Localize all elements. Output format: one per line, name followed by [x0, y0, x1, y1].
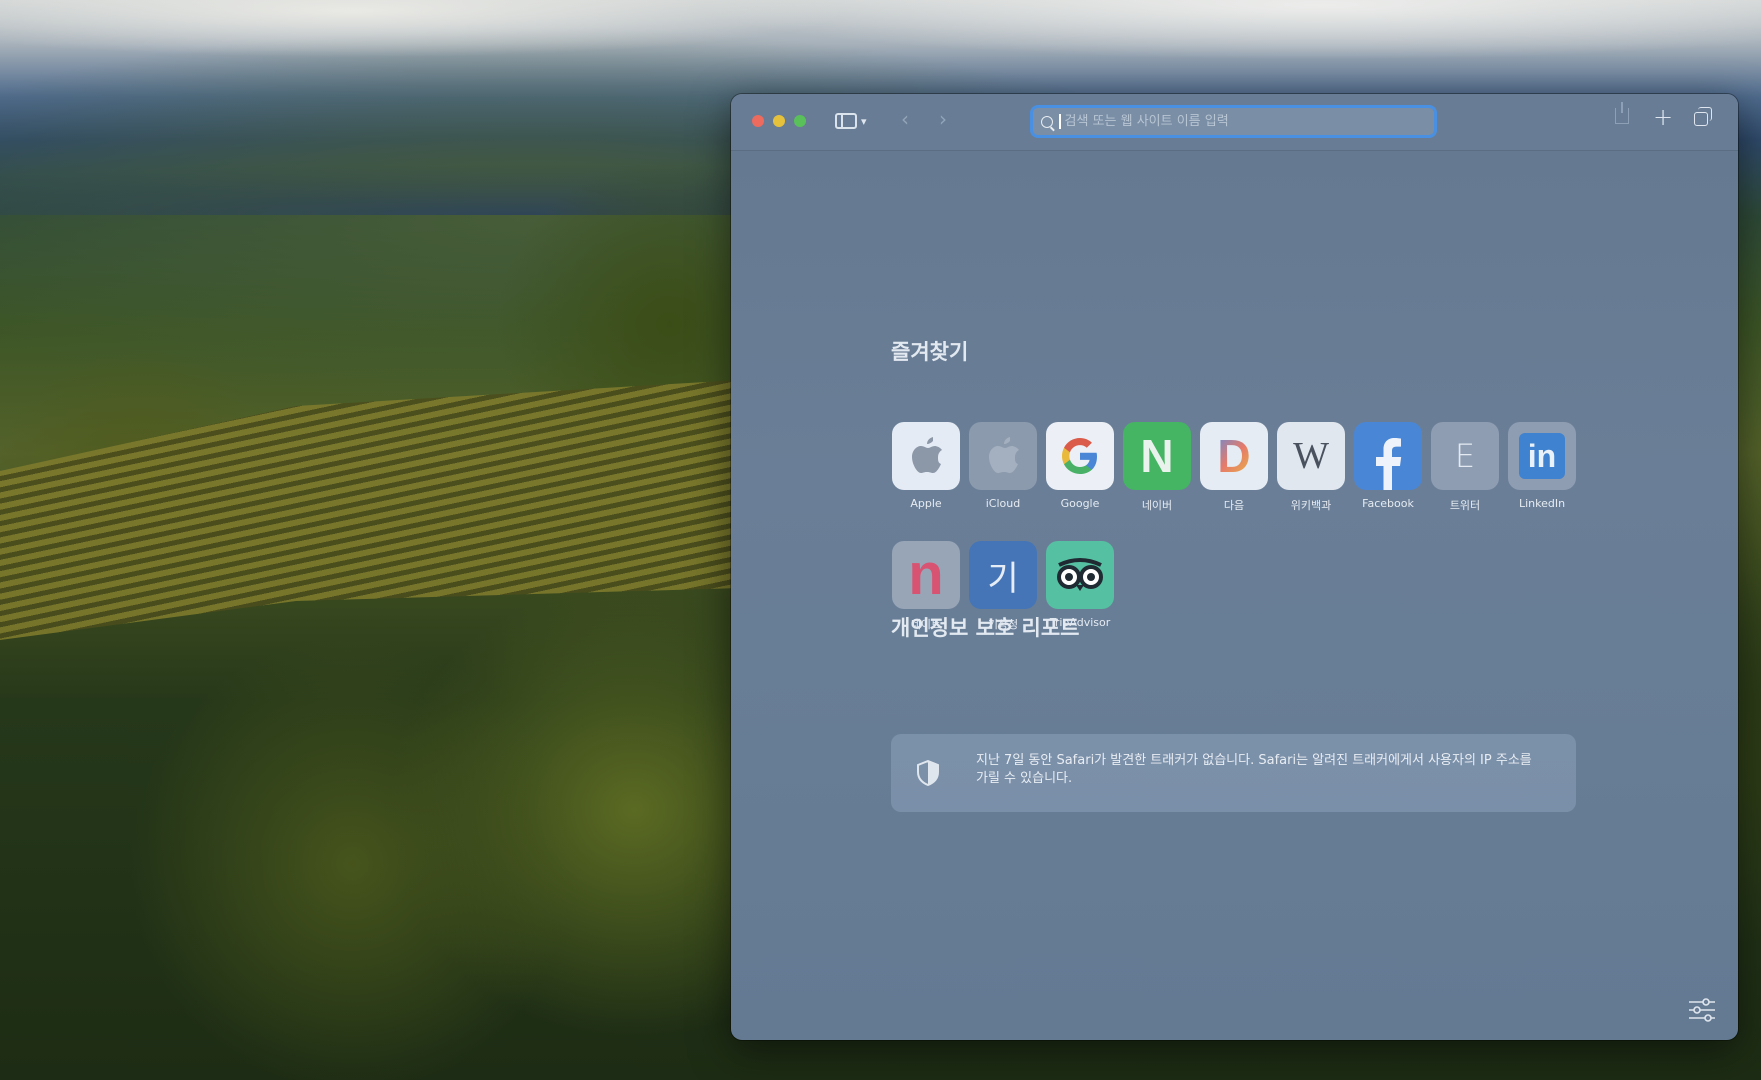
favorite-label: 트위터 [1449, 499, 1481, 512]
nate-glyph: n [908, 542, 944, 607]
wikipedia-glyph: W [1293, 435, 1329, 477]
customize-start-page-icon[interactable] [1688, 998, 1716, 1022]
close-window-button[interactable] [752, 115, 764, 127]
search-icon [1041, 115, 1053, 128]
shield-icon [917, 760, 939, 786]
forward-arrow-icon[interactable]: › [939, 108, 947, 130]
chevron-down-icon[interactable]: ▾ [861, 111, 867, 133]
favorite-naver[interactable]: N 네이버 [1122, 422, 1192, 513]
minimize-window-button[interactable] [773, 115, 785, 127]
naver-icon: N [1123, 422, 1191, 490]
letter-icon: E [1431, 422, 1499, 490]
zoom-window-button[interactable] [794, 115, 806, 127]
favorite-linkedin[interactable]: in LinkedIn [1507, 422, 1577, 510]
address-input[interactable] [1060, 114, 1434, 129]
wikipedia-icon: W [1277, 422, 1345, 490]
privacy-report-card[interactable]: 지난 7일 동안 Safari가 발견한 트래커가 없습니다. Safari는 … [891, 734, 1576, 812]
share-icon[interactable] [1615, 102, 1629, 124]
tab-overview-icon[interactable] [1694, 107, 1712, 126]
favorites-title: 즐겨찾기 [891, 340, 969, 364]
favorite-label: 위키백과 [1290, 499, 1332, 512]
privacy-report-message: 지난 7일 동안 Safari가 발견한 트래커가 없습니다. Safari는 … [976, 753, 1532, 786]
favorite-label: LinkedIn [1518, 497, 1566, 510]
favorite-icloud[interactable]: iCloud [968, 422, 1038, 510]
daum-icon: D [1200, 422, 1268, 490]
sidebar-toggle-icon[interactable] [835, 113, 857, 129]
favorite-label: Facebook [1362, 497, 1414, 510]
favorite-google[interactable]: Google [1045, 422, 1115, 510]
favorite-wikipedia[interactable]: W 위키백과 [1276, 422, 1346, 513]
favorite-facebook[interactable]: Facebook [1353, 422, 1423, 510]
kma-glyph: 기 [987, 558, 1019, 599]
facebook-icon [1354, 422, 1422, 490]
favorite-apple[interactable]: Apple [891, 422, 961, 510]
linkedin-glyph: in [1527, 437, 1557, 474]
privacy-report-title: 개인정보 보호 리포트 [891, 616, 1080, 640]
apple-icon [969, 422, 1037, 490]
daum-glyph: D [1217, 430, 1251, 482]
safari-window: ▾ ‹ › + 즐겨찾기 Apple iCloud [731, 94, 1738, 1040]
back-arrow-icon[interactable]: ‹ [901, 108, 909, 130]
favorite-label: Apple [910, 497, 942, 510]
new-tab-icon[interactable]: + [1653, 105, 1673, 129]
naver-glyph: N [1140, 430, 1174, 482]
linkedin-icon: in [1508, 422, 1576, 490]
favorite-label: iCloud [985, 497, 1021, 510]
tripadvisor-icon [1046, 541, 1114, 609]
favorite-label: Google [1060, 497, 1100, 510]
favorite-daum[interactable]: D 다음 [1199, 422, 1269, 513]
favorite-twitter[interactable]: E 트위터 [1430, 422, 1500, 513]
favorite-label: 다음 [1223, 499, 1245, 512]
nate-icon: n [892, 541, 960, 609]
favorite-label: 네이버 [1141, 499, 1173, 512]
apple-icon [892, 422, 960, 490]
twitter-glyph: E [1454, 437, 1476, 475]
google-icon [1046, 422, 1114, 490]
address-bar[interactable] [1030, 105, 1437, 138]
browser-toolbar: ▾ ‹ › + [731, 94, 1738, 151]
letter-icon: 기 [969, 541, 1037, 609]
